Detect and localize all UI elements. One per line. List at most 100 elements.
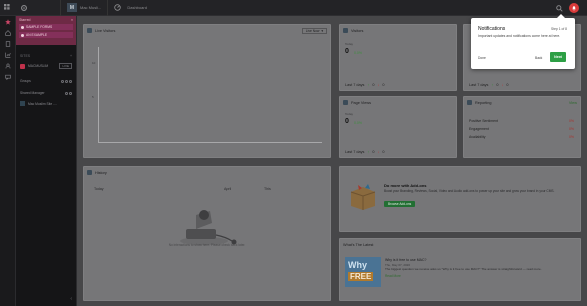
status-badge: LIVE xyxy=(59,63,72,69)
groups-heading: Groups xyxy=(20,79,31,83)
browse-addons-button[interactable]: Browse Add-ons xyxy=(384,201,416,207)
starred-heading: Starred xyxy=(19,18,31,22)
third-stat-footer: Last 7 days ↑ 0 ↓ 0 xyxy=(469,83,508,87)
popup-title: Notifications xyxy=(478,26,506,32)
column-header: This xyxy=(264,187,271,191)
card-title: Page Views xyxy=(351,100,371,105)
rail-users-icon[interactable] xyxy=(0,60,16,71)
live-visitors-icon xyxy=(87,28,92,33)
page-views-delta: 0.0% xyxy=(354,121,362,125)
settings-icon[interactable] xyxy=(16,0,32,16)
group-actions[interactable] xyxy=(61,79,72,83)
shared-heading-row: Shared Manager xyxy=(16,89,76,97)
sidebar-item-shared[interactable]: Mac Muslim Site .... xyxy=(16,99,76,108)
card-title: History xyxy=(95,170,107,175)
rail-pages-icon[interactable] xyxy=(0,38,16,49)
search-icon[interactable] xyxy=(556,4,563,12)
card-title: Reporting xyxy=(475,100,492,105)
next-button[interactable]: Next xyxy=(550,52,566,62)
post-title[interactable]: Why is it free to use MAC? xyxy=(385,258,426,262)
footer-down-value: 0 xyxy=(506,83,509,87)
stat-period: Today xyxy=(345,112,354,116)
dashboard-icon xyxy=(114,4,122,11)
starred-item-sample-forms[interactable]: SAMPLE FORMS xyxy=(19,24,73,30)
chevron-down-icon: ▾ xyxy=(321,28,323,33)
notifications-tour-popup: Notifications Step 1 of 8 Important upda… xyxy=(471,14,575,69)
rail-chart-icon[interactable] xyxy=(0,49,16,60)
addons-title: Do more with Add-ons xyxy=(384,183,427,188)
reporting-icon xyxy=(467,100,472,105)
item-dot-icon xyxy=(21,25,24,29)
package-icon xyxy=(350,184,376,210)
footer-up-value: 0 xyxy=(496,83,499,87)
top-bar: M Mac Musli... Dashboard xyxy=(0,0,587,16)
groups-heading-row: Groups xyxy=(16,77,76,85)
row-label: Engagement xyxy=(469,127,489,131)
site-logo-icon xyxy=(20,63,25,69)
page-title: Dashboard xyxy=(127,5,147,10)
add-site-icon[interactable]: + xyxy=(70,54,72,58)
visitors-card: Visitors Today 0 0.0% Last 7 days ↑ 0 ↓ 0 xyxy=(339,24,457,91)
collapse-sidebar-icon[interactable]: ‹ xyxy=(70,296,72,302)
reporting-view-link[interactable]: View xyxy=(569,101,577,105)
rail-message-icon[interactable] xyxy=(0,71,16,82)
notifications-bell-icon[interactable] xyxy=(569,3,579,13)
item-dot-icon xyxy=(21,33,24,37)
rail-star-icon[interactable] xyxy=(0,16,16,27)
starred-item-label: SAMPLE FORMS xyxy=(26,25,53,29)
sites-heading-row: SITES + xyxy=(16,51,76,61)
site-name: Mac Musli... xyxy=(80,5,102,10)
side-panel: Starred × SAMPLE FORMS AN EXAMPLE SITES … xyxy=(16,16,77,306)
visitors-delta: 0.0% xyxy=(354,51,362,55)
trend-down-icon: ↓ xyxy=(501,83,504,87)
app-switcher-icon[interactable] xyxy=(0,0,16,16)
sidebar-item-site[interactable]: MACMUSLIM LIVE xyxy=(16,61,76,71)
card-title: Visitors xyxy=(351,28,364,33)
live-visitors-chart: 10 5 xyxy=(92,47,322,143)
page-views-value: 0 xyxy=(345,118,349,125)
history-card: History Today April This No interactions… xyxy=(83,166,331,301)
range-select[interactable]: Live Now ▾ xyxy=(301,27,327,34)
trend-down-icon: ↓ xyxy=(377,150,380,154)
trend-up-icon: ↑ xyxy=(367,83,370,87)
footer-up-value: 0 xyxy=(372,150,375,154)
trend-down-icon: ↓ xyxy=(377,83,380,87)
shared-heading: Shared Manager xyxy=(20,91,45,95)
reporting-card: Reporting View Positive Sentiment 0% Eng… xyxy=(463,96,581,158)
footer-up-value: 0 xyxy=(372,83,375,87)
post-thumbnail[interactable]: Why FREE xyxy=(345,257,381,287)
thumbnail-badge: FREE xyxy=(348,272,374,281)
trend-up-icon: ↑ xyxy=(367,150,370,154)
shared-actions[interactable] xyxy=(65,91,72,95)
history-icon xyxy=(87,170,92,175)
reporting-row: Engagement 0% xyxy=(469,127,574,131)
footer-label: Last 7 days xyxy=(345,83,365,87)
starred-item-an-example[interactable]: AN EXAMPLE xyxy=(19,32,73,38)
site-item-label: MACMUSLIM xyxy=(28,64,49,68)
empty-state-illustration-icon xyxy=(180,210,237,245)
done-button[interactable]: Done xyxy=(478,56,486,60)
visitors-footer: Last 7 days ↑ 0 ↓ 0 xyxy=(345,83,384,87)
card-title: Live Visitors xyxy=(95,28,116,33)
page-views-footer: Last 7 days ↑ 0 ↓ 0 xyxy=(345,150,384,154)
column-header: Today xyxy=(94,187,104,191)
card-title: What's The Latest xyxy=(343,242,374,247)
back-button[interactable]: Back xyxy=(535,56,542,60)
trend-up-icon: ↑ xyxy=(491,83,494,87)
addons-card: Do more with Add-ons Boost your Branding… xyxy=(339,166,581,232)
read-more-link[interactable]: Read More xyxy=(385,274,401,278)
reporting-row: Availability 0% xyxy=(469,135,574,139)
shared-item-label: Mac Muslim Site .... xyxy=(28,101,57,106)
row-value: 0% xyxy=(568,135,574,139)
page-breadcrumb: Dashboard xyxy=(114,4,147,11)
post-excerpt: The biggest question we receive asks us … xyxy=(385,267,542,271)
site-logo: M xyxy=(67,3,77,12)
site-switcher[interactable]: M Mac Musli... xyxy=(60,0,109,16)
close-icon[interactable]: × xyxy=(71,18,73,22)
icon-rail xyxy=(0,16,16,306)
addons-description: Boost your Branding, Reviews, Social, Vi… xyxy=(384,189,555,193)
row-label: Positive Sentiment xyxy=(469,119,498,123)
rail-home-icon[interactable] xyxy=(0,27,16,38)
starred-section: Starred × SAMPLE FORMS AN EXAMPLE xyxy=(16,16,76,45)
visitors-icon xyxy=(343,28,348,33)
